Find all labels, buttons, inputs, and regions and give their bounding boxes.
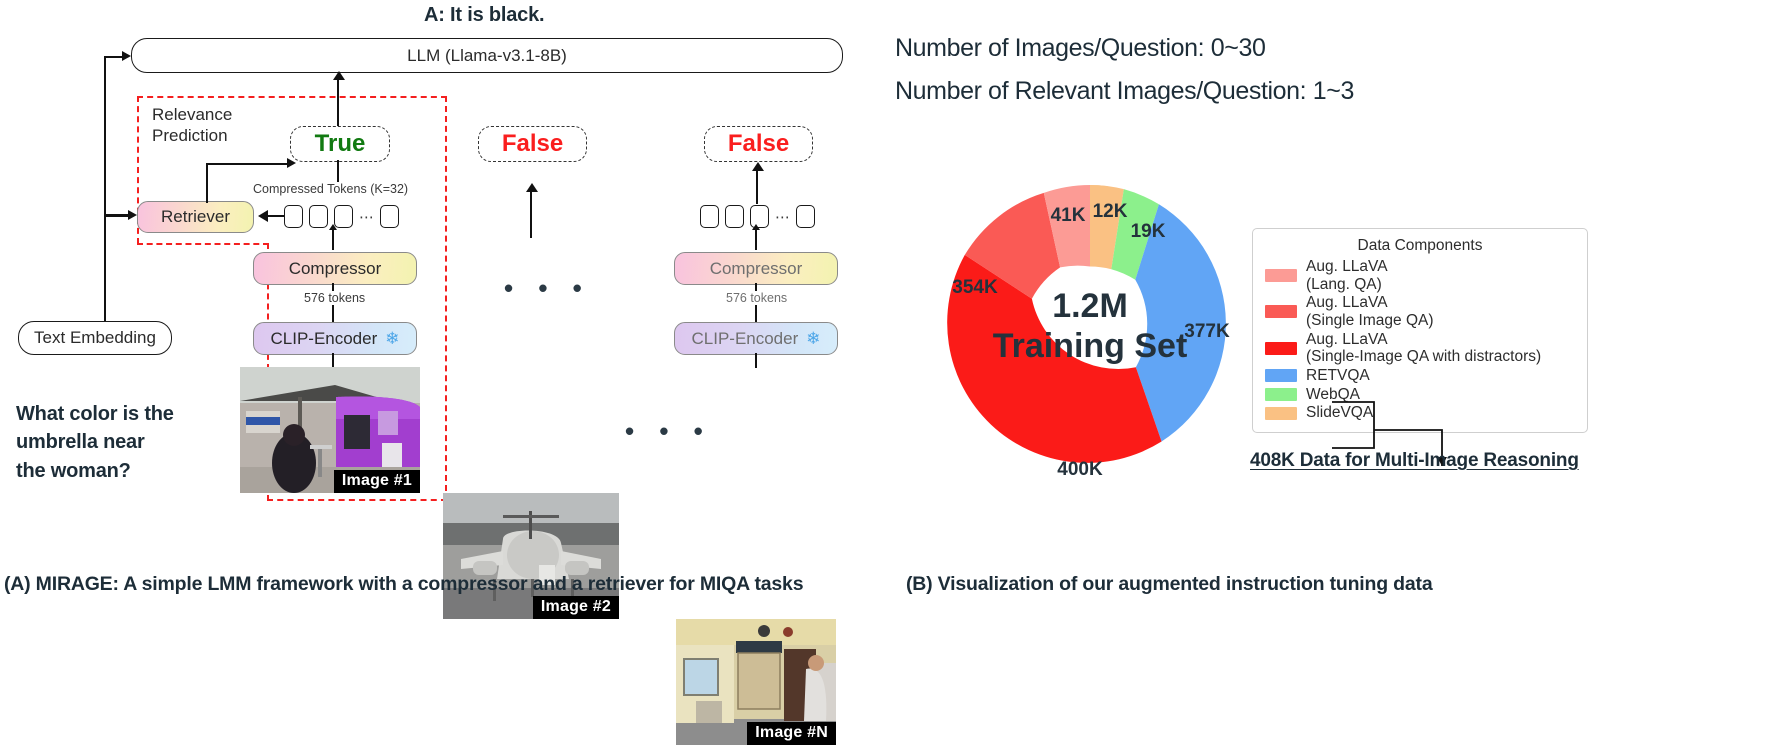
token-box (796, 205, 815, 228)
retriever-input-arrow (128, 210, 137, 220)
donut-center-line-1: 1.2M (1052, 287, 1128, 325)
legend-swatch-slidevqa (1265, 406, 1297, 420)
image-tag-1: Image #1 (333, 470, 420, 493)
retriever-box: Retriever (137, 201, 254, 233)
relevance-false-box-2: False (478, 126, 587, 162)
tokens-to-retriever-arrow (258, 210, 268, 222)
image-card-2: Image #2 (443, 493, 619, 619)
stat-images-per-question: Number of Images/Question: 0~30 (895, 34, 1266, 62)
image-card-1: Image #1 (240, 367, 420, 493)
text-embedding-riser (104, 57, 106, 337)
answer-text: A: It is black. (424, 4, 545, 26)
token-box (725, 205, 744, 228)
donut-chart: 41K 12K 19K 377K 400K 354K 1.2M Training… (930, 165, 1250, 485)
image-to-encoder-line-n (755, 353, 758, 368)
tokens-to-false-arrow-n (752, 162, 764, 171)
image-tag-2: Image #2 (532, 596, 619, 619)
slice-label-19k: 19K (1131, 221, 1166, 242)
donut-chart-svg: 41K 12K 19K 377K 400K 354K 1.2M Training… (947, 185, 1230, 480)
tokens-count-label-n: 576 tokens (722, 291, 792, 305)
slice-label-41k: 41K (1051, 205, 1086, 226)
relevance-false-label-n: False (727, 130, 790, 157)
token-box (380, 205, 399, 228)
clip-encoder-box-n: CLIP-Encoder ❄ (674, 322, 838, 355)
legend-swatch-retvqa (1265, 369, 1297, 383)
donut-center-line-2: Training Set (993, 327, 1188, 365)
column-2-ellipsis: • • • (504, 273, 591, 303)
token-ellipsis: ⋯ (359, 208, 374, 226)
clip-encoder-label-n: CLIP-Encoder (691, 328, 799, 348)
compressor-to-tokens-arrow-1 (329, 224, 337, 230)
tokens-to-true-line (337, 160, 340, 182)
relevance-true-box: True (290, 126, 390, 162)
image-to-encoder-line-1 (332, 353, 335, 368)
true-to-llm-line (337, 80, 340, 126)
compressor-to-tokens-arrow-n (752, 224, 760, 230)
llm-box-label: LLM (Llama-v3.1-8B) (407, 45, 567, 65)
snowflake-icon: ❄ (385, 328, 400, 348)
token-ellipsis: ⋯ (775, 208, 790, 226)
images-ellipsis: • • • (625, 416, 712, 446)
multi-image-reasoning-callout: 408K Data for Multi-Image Reasoning (1250, 450, 1579, 471)
column-2-arrow (526, 183, 538, 192)
retriever-input-connector (104, 214, 130, 217)
compressed-tokens-label: Compressed Tokens (K=32) (253, 182, 409, 196)
token-box (284, 205, 303, 228)
panel-b-caption: (B) Visualization of our augmented instr… (906, 573, 1433, 595)
token-box (309, 205, 328, 228)
retriever-to-true-riser (206, 163, 208, 203)
compressor-box-1: Compressor (253, 252, 417, 285)
legend-label-llava-single: Aug. LLaVA (Single Image QA) (1306, 294, 1434, 329)
slice-label-400k: 400K (1057, 459, 1103, 480)
relevance-true-label: True (314, 130, 366, 157)
retriever-label: Retriever (161, 207, 230, 226)
legend-swatch-llava-distractors (1265, 341, 1297, 355)
column-2-stem (530, 192, 533, 238)
panel-a-caption: (A) MIRAGE: A simple LMM framework with … (4, 573, 804, 595)
legend-item-retvqa[interactable]: RETVQA (1265, 367, 1575, 385)
stat-relevant-images-per-question: Number of Relevant Images/Question: 1~3 (895, 77, 1354, 105)
relevance-prediction-label: Relevance Prediction (152, 104, 232, 147)
legend-swatch-llava-single (1265, 305, 1297, 319)
legend-item-llava-single[interactable]: Aug. LLaVA (Single Image QA) (1265, 294, 1575, 329)
true-to-llm-arrow (333, 71, 345, 80)
clip-encoder-label-1: CLIP-Encoder (270, 328, 378, 348)
legend-item-llava-distractors[interactable]: Aug. LLaVA (Single-Image QA with distrac… (1265, 331, 1575, 366)
token-box (700, 205, 719, 228)
legend-title: Data Components (1357, 237, 1483, 254)
snowflake-icon: ❄ (806, 328, 821, 348)
relevance-false-box-n: False (704, 126, 813, 162)
tokens-count-label-1: 576 tokens (300, 291, 370, 305)
llm-box: LLM (Llama-v3.1-8B) (131, 38, 843, 73)
slice-label-12k: 12K (1093, 201, 1128, 222)
compressor-to-tokens-line-1 (332, 228, 335, 250)
slice-label-377k: 377K (1184, 321, 1230, 342)
compressor-label-1: Compressor (288, 258, 382, 278)
llm-input-arrow (122, 51, 131, 61)
relevance-prediction-line-2: Prediction (152, 126, 228, 146)
retriever-to-true-connector (206, 163, 290, 165)
tokens-to-false-line-n (756, 169, 759, 204)
compressed-tokens-row-1: ⋯ (284, 205, 399, 228)
legend-swatch-llava-lang (1265, 269, 1297, 283)
image-card-n: Image #N (676, 619, 836, 745)
compressor-to-tokens-line-n (755, 228, 758, 250)
image-tag-n: Image #N (747, 722, 836, 745)
legend-label-retvqa: RETVQA (1306, 366, 1370, 384)
legend-label-llava-lang: Aug. LLaVA (Lang. QA) (1306, 258, 1388, 293)
relevance-false-label-2: False (501, 130, 564, 157)
compressor-box-n: Compressor (674, 252, 838, 285)
llm-input-connector (104, 56, 123, 58)
legend-item-llava-lang[interactable]: Aug. LLaVA (Lang. QA) (1265, 258, 1575, 293)
relevance-prediction-line-1: Relevance (152, 105, 233, 124)
legend-swatch-webqa (1265, 387, 1297, 401)
compressor-label-n: Compressor (709, 258, 803, 278)
slice-label-354k: 354K (952, 277, 998, 298)
clip-encoder-box-1: CLIP-Encoder ❄ (253, 322, 417, 355)
legend-label-llava-distractors: Aug. LLaVA (Single-Image QA with distrac… (1306, 330, 1542, 366)
